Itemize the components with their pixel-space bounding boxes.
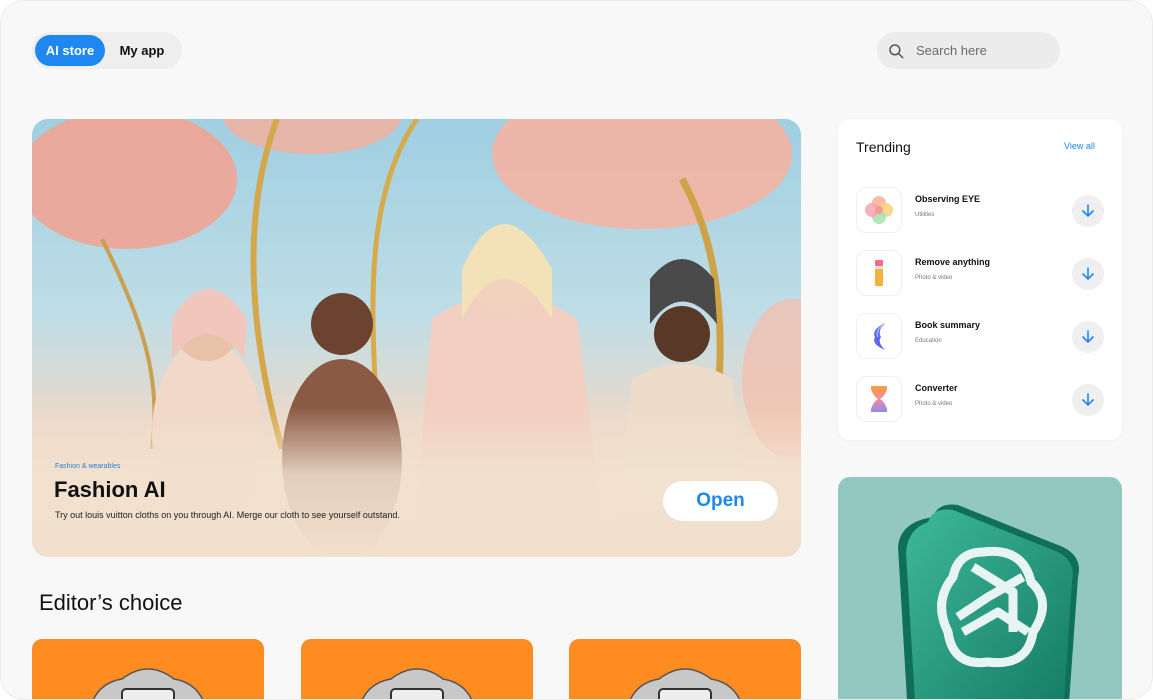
app-category: Utilities <box>915 212 935 218</box>
app-name: Observing EYE <box>915 194 981 204</box>
app-category: Photo & video <box>915 401 953 407</box>
download-button[interactable] <box>1072 195 1104 227</box>
download-button[interactable] <box>1072 384 1104 416</box>
download-button[interactable] <box>1072 258 1104 290</box>
download-arrow-icon <box>1082 393 1094 406</box>
download-button[interactable] <box>1072 321 1104 353</box>
app-name: Converter <box>915 383 958 393</box>
hourglass-icon <box>871 386 887 412</box>
robot-icon <box>629 668 741 699</box>
editor-card[interactable] <box>32 639 264 699</box>
trending-panel: Trending View all Observing EYE Utilitie… <box>838 119 1122 440</box>
download-arrow-icon <box>1082 330 1094 343</box>
download-arrow-icon <box>1082 267 1094 280</box>
trending-item[interactable]: Book summary Education <box>856 313 1104 359</box>
app-icon <box>856 376 902 422</box>
view-all-link[interactable]: View all <box>1064 141 1095 151</box>
eraser-icon <box>875 260 883 286</box>
book-icon <box>874 323 885 350</box>
trending-item[interactable]: Observing EYE Utilities <box>856 187 1104 233</box>
tab-ai-store[interactable]: AI store <box>35 35 105 66</box>
openai-logo-icon <box>898 504 1079 699</box>
app-icon <box>856 187 902 233</box>
app-name: Book summary <box>915 320 981 330</box>
tab-my-app[interactable]: My app <box>105 35 179 66</box>
app-icon <box>856 250 902 296</box>
app-icon <box>856 313 902 359</box>
hero-description: Try out louis vuitton cloths on you thro… <box>55 510 400 520</box>
app-window: AI store My app Search here Fashion & we… <box>0 0 1153 700</box>
download-arrow-icon <box>1082 204 1094 217</box>
trending-item[interactable]: Remove anything Photo & video <box>856 250 1104 296</box>
editors-choice-title: Editor’s choice <box>39 590 183 615</box>
search-icon <box>889 43 904 58</box>
robot-icon <box>361 668 473 699</box>
store-tabs: AI store My app <box>32 32 182 69</box>
trending-title: Trending <box>856 139 911 155</box>
flower-icon <box>865 196 893 224</box>
trending-item[interactable]: Converter Photo & video <box>856 376 1104 422</box>
app-name: Remove anything <box>915 257 991 267</box>
open-button[interactable]: Open <box>663 481 778 521</box>
editor-card[interactable] <box>569 639 801 699</box>
search-input[interactable] <box>916 43 1046 58</box>
hero-title: Fashion AI <box>54 477 166 502</box>
hero-category[interactable]: Fashion & wearables <box>55 463 120 470</box>
app-category: Education <box>915 338 942 344</box>
editor-card[interactable] <box>301 639 533 699</box>
robot-icon <box>92 668 204 699</box>
app-category: Photo & video <box>915 275 953 281</box>
promo-tile[interactable] <box>838 477 1122 699</box>
search-bar[interactable] <box>877 32 1060 69</box>
hero-banner[interactable]: Fashion & wearables Fashion AI Try out l… <box>32 119 801 557</box>
